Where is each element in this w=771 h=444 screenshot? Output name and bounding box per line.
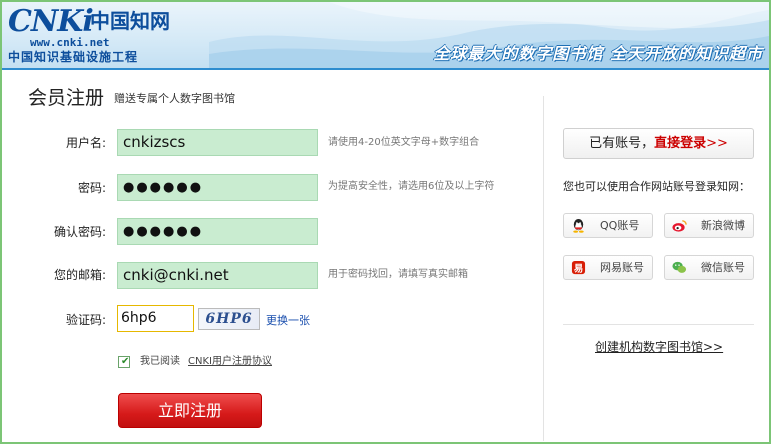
wechat-login-label: 微信账号	[701, 261, 745, 274]
agree-checkbox[interactable]: ✔	[118, 356, 130, 368]
netease-login-button[interactable]: 易 网易账号	[563, 255, 653, 280]
weibo-login-button[interactable]: 新浪微博	[664, 213, 754, 238]
sidebar-divider	[563, 324, 754, 325]
wechat-icon	[672, 261, 687, 273]
password-input[interactable]: ●●●●●●	[117, 174, 318, 201]
page-frame: CNKi 中国知网 www.cnki.net 中国知识基础设施工程 全球最大的数…	[0, 0, 771, 444]
netease-icon: 易	[571, 260, 586, 274]
weibo-icon	[672, 220, 687, 232]
login-arrows: >>	[706, 136, 728, 151]
column-divider	[543, 96, 544, 441]
username-input[interactable]: cnkizscs	[117, 129, 318, 156]
confirm-password-input[interactable]: ●●●●●●	[117, 218, 318, 245]
svg-text:易: 易	[574, 263, 583, 274]
page-title: 会员注册	[28, 87, 105, 109]
confirm-password-label: 确认密码:	[53, 225, 106, 239]
email-hint: 用于密码找回，请填写真实邮箱	[328, 269, 468, 280]
direct-login-link[interactable]: 直接登录	[654, 136, 706, 151]
logo-cnki-text: CNKi	[8, 4, 94, 39]
logo-project-name: 中国知识基础设施工程	[8, 50, 139, 64]
create-library-link[interactable]: 创建机构数字图书馆>>	[595, 339, 723, 355]
qq-login-label: QQ账号	[600, 219, 640, 232]
logo-chinese-name: 中国知网	[90, 9, 170, 33]
password-hint: 为提高安全性，请选用6位及以上字符	[328, 181, 495, 192]
check-icon: ✔	[121, 356, 130, 367]
captcha-input[interactable]: 6hp6	[117, 305, 194, 332]
wechat-login-button[interactable]: 微信账号	[664, 255, 754, 280]
logo-url: www.cnki.net	[30, 36, 110, 49]
captcha-image[interactable]: 6HP6	[198, 308, 260, 330]
register-button[interactable]: 立即注册	[118, 393, 262, 428]
email-label: 您的邮箱:	[53, 268, 106, 282]
username-hint: 请使用4-20位英文字母+数字组合	[328, 137, 480, 148]
has-account-text: 已有账号，	[589, 136, 655, 151]
refresh-captcha-link[interactable]: 更换一张	[266, 314, 310, 328]
header-slogan: 全球最大的数字图书馆 全天开放的知识超市	[433, 44, 763, 63]
partner-login-tip: 您也可以使用合作网站账号登录知网：	[563, 180, 750, 193]
username-label: 用户名:	[65, 136, 106, 150]
qq-icon	[573, 218, 584, 233]
agree-text: 我已阅读	[140, 356, 180, 367]
captcha-label: 验证码:	[65, 313, 106, 327]
email-input[interactable]: cnki@cnki.net	[117, 262, 318, 289]
weibo-login-label: 新浪微博	[701, 219, 745, 232]
site-header: CNKi 中国知网 www.cnki.net 中国知识基础设施工程 全球最大的数…	[2, 2, 769, 70]
qq-login-button[interactable]: QQ账号	[563, 213, 653, 238]
netease-login-label: 网易账号	[600, 261, 644, 274]
login-button[interactable]: 已有账号，直接登录>>	[563, 128, 754, 159]
password-label: 密码:	[77, 181, 106, 195]
user-agreement-link[interactable]: CNKI用户注册协议	[188, 355, 272, 369]
page-subtitle: 赠送专属个人数字图书馆	[114, 92, 235, 105]
